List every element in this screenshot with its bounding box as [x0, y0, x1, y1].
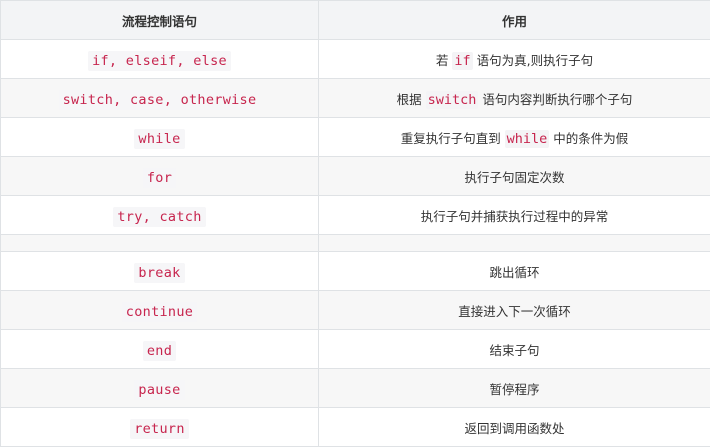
description-cell [318, 234, 710, 252]
statement-code: while [134, 128, 185, 149]
statement-cell: switch, case, otherwise [0, 78, 319, 118]
table-row: return 返回到调用函数处 [0, 407, 710, 447]
description-text: 根据 [396, 91, 426, 107]
description-cell: 执行子句并捕获执行过程中的异常 [318, 195, 710, 235]
statement-cell: while [0, 117, 319, 157]
description-text: 中的条件为假 [549, 130, 629, 146]
inline-code: switch [425, 90, 479, 109]
statement-code: return [130, 418, 189, 439]
table-row: while 重复执行子句直到 while 中的条件为假 [0, 117, 710, 157]
inline-code: if [452, 51, 473, 70]
description-cell: 重复执行子句直到 while 中的条件为假 [318, 117, 710, 157]
statement-cell: try, catch [0, 195, 319, 235]
table-row: pause 暂停程序 [0, 368, 710, 408]
description-text: 若 [435, 52, 453, 68]
statement-code: break [134, 262, 185, 283]
statement-code: continue [121, 301, 198, 322]
statement-cell: end [0, 329, 319, 369]
header-row: 流程控制语句 作用 [0, 0, 710, 40]
description-cell: 暂停程序 [318, 368, 710, 408]
table-row: try, catch 执行子句并捕获执行过程中的异常 [0, 195, 710, 235]
header-purpose: 作用 [318, 0, 710, 40]
description-cell: 返回到调用函数处 [318, 407, 710, 447]
statement-cell: pause [0, 368, 319, 408]
statement-code: if, elseif, else [88, 50, 231, 71]
table-row: switch, case, otherwise 根据 switch 语句内容判断… [0, 78, 710, 118]
table-body: if, elseif, else 若 if 语句为真,则执行子句 switch,… [0, 39, 710, 447]
statement-cell [0, 234, 319, 252]
description-cell: 执行子句固定次数 [318, 156, 710, 196]
inline-code: while [504, 129, 550, 148]
control-flow-table: 流程控制语句 作用 if, elseif, else 若 if 语句为真,则执行… [0, 0, 710, 447]
description-cell: 根据 switch 语句内容判断执行哪个子句 [318, 78, 710, 118]
table-row: continue 直接进入下一次循环 [0, 290, 710, 330]
table-row: for 执行子句固定次数 [0, 156, 710, 196]
table-row: break 跳出循环 [0, 251, 710, 291]
empty-row [0, 234, 710, 252]
statement-code: switch, case, otherwise [58, 89, 261, 110]
statement-code: end [142, 340, 177, 361]
statement-code: try, catch [113, 206, 206, 227]
table-row: if, elseif, else 若 if 语句为真,则执行子句 [0, 39, 710, 79]
description-cell: 跳出循环 [318, 251, 710, 291]
statement-cell: for [0, 156, 319, 196]
statement-code: pause [134, 379, 185, 400]
statement-cell: break [0, 251, 319, 291]
statement-cell: return [0, 407, 319, 447]
description-text: 语句内容判断执行哪个子句 [478, 91, 633, 107]
description-cell: 直接进入下一次循环 [318, 290, 710, 330]
statement-cell: continue [0, 290, 319, 330]
table-row: end 结束子句 [0, 329, 710, 369]
header-statement: 流程控制语句 [0, 0, 319, 40]
statement-cell: if, elseif, else [0, 39, 319, 79]
statement-code: for [142, 167, 177, 188]
table-header: 流程控制语句 作用 [0, 0, 710, 40]
description-cell: 若 if 语句为真,则执行子句 [318, 39, 710, 79]
description-text: 重复执行子句直到 [400, 130, 505, 146]
description-text: 语句为真,则执行子句 [472, 52, 594, 68]
description-cell: 结束子句 [318, 329, 710, 369]
